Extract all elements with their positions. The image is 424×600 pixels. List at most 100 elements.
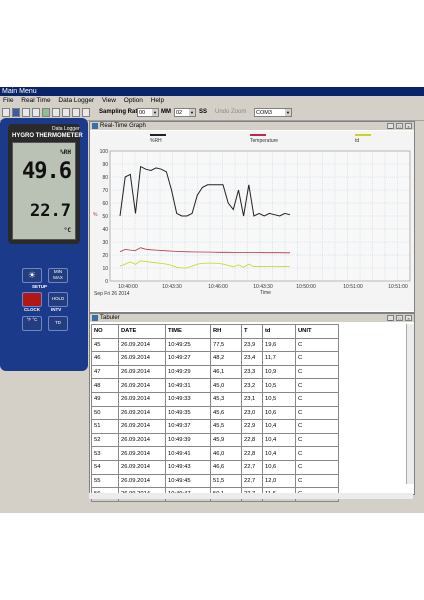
table-cell: 10:49:33	[165, 391, 211, 407]
table-row[interactable]: 52 26.09.2014 10:49:39 45,9 22,8 10,4 C	[91, 432, 339, 448]
column-header[interactable]: NO	[91, 324, 119, 339]
table-cell: 10,4	[262, 432, 296, 448]
table-cell: 51	[91, 419, 119, 434]
print-icon[interactable]	[22, 108, 30, 117]
column-header[interactable]: DATE	[118, 324, 166, 339]
table-cell: 10:49:27	[165, 351, 211, 366]
unit-button: °F °C	[22, 316, 42, 331]
settings-icon[interactable]	[62, 108, 70, 117]
table-cell: 26.09.2014	[118, 432, 166, 448]
column-header[interactable]: UNIT	[295, 324, 339, 339]
table-row[interactable]: 51 26.09.2014 10:49:37 45,5 22,9 10,4 C	[91, 419, 339, 434]
table-cell: 10:49:25	[165, 337, 211, 353]
tabular-window: Tabuler _ □ × NO DATE TIME RH Ttd UNIT 45 26.0…	[89, 313, 415, 502]
y-tick-label: 40	[102, 227, 108, 233]
table-cell: 26.09.2014	[118, 391, 166, 407]
table-row[interactable]: 53 26.09.2014 10:49:41 46,0 22,8 10,4 C	[91, 446, 339, 461]
menu-real-time[interactable]: Real Time	[21, 97, 50, 104]
menu-help[interactable]: Help	[151, 97, 164, 104]
dropdown-arrow-icon: ▼	[152, 109, 158, 116]
stop-icon[interactable]	[52, 108, 60, 117]
table-cell: C	[295, 351, 339, 366]
table-row[interactable]: 48 26.09.2014 10:49:31 45,0 23,2 10,5 C	[91, 378, 339, 393]
undo-zoom-button[interactable]: Undo Zoom	[215, 109, 246, 115]
menu-data-logger[interactable]: Data Logger	[58, 97, 94, 104]
table-row[interactable]: 49 26.09.2014 10:49:33 45,3 23,1 10,5 C	[91, 391, 339, 407]
y-tick-label: 70	[102, 188, 108, 194]
delete-icon[interactable]	[32, 108, 40, 117]
maximize-icon[interactable]: □	[396, 315, 403, 321]
table-cell: 26.09.2014	[118, 459, 166, 475]
minimize-icon[interactable]: _	[387, 315, 394, 321]
save-disk-icon[interactable]	[12, 108, 20, 117]
close-icon[interactable]: ×	[405, 123, 412, 129]
device-model: HYGRO THERMOMETER	[12, 133, 83, 139]
table-row[interactable]: 55 26.09.2014 10:49:45 51,5 22,7 12,0 C	[91, 473, 339, 489]
run-icon[interactable]	[42, 108, 50, 117]
device-lcd: %RH 49.6 22.7 °C	[12, 142, 76, 240]
column-header[interactable]: RH	[210, 324, 242, 339]
lcd-temp-unit: °C	[63, 227, 71, 234]
table-cell: 23,3	[241, 364, 263, 380]
table-cell: 22,9	[241, 419, 263, 434]
table-cell: 12,0	[262, 473, 296, 489]
table-cell: 77,5	[210, 337, 242, 353]
table-cell: 46,6	[210, 459, 242, 475]
data-icon[interactable]	[72, 108, 80, 117]
column-header[interactable]: td	[262, 324, 296, 339]
maximize-icon[interactable]: □	[396, 123, 403, 129]
table-cell: 10,4	[262, 419, 296, 434]
graph-icon[interactable]	[82, 108, 90, 117]
open-folder-icon[interactable]	[2, 108, 10, 117]
intv-label: INTV	[51, 307, 62, 312]
table-cell: 10,4	[262, 446, 296, 461]
menu-view[interactable]: View	[102, 97, 116, 104]
close-icon[interactable]: ×	[405, 315, 412, 321]
sampling-rate-label: Sampling Rate	[99, 109, 141, 115]
table-cell: 48,2	[210, 351, 242, 366]
table-row[interactable]: 47 26.09.2014 10:49:29 46,1 23,3 10,9 C	[91, 364, 339, 380]
data-table: NO DATE TIME RH Ttd UNIT 45 26.09.2014 10:49:25…	[91, 324, 339, 502]
port-select[interactable]: COM3 ▼	[254, 108, 292, 117]
vertical-scrollbar[interactable]	[406, 324, 414, 484]
graph-area: %RH Temperature td 0 10 20 30 40 50 60 70 80 90 100 …	[90, 131, 414, 311]
ss-label: SS	[199, 109, 208, 115]
table-cell: 10:49:35	[165, 405, 211, 421]
minmax-button: MIN MAX	[48, 268, 68, 283]
table-row[interactable]: 46 26.09.2014 10:49:27 48,2 23,4 11,7 C	[91, 351, 339, 366]
table-cell: 10:49:37	[165, 419, 211, 434]
y-tick-label: 20	[102, 253, 108, 259]
table-cell: 26.09.2014	[118, 446, 166, 461]
table-cell: 26.09.2014	[118, 419, 166, 434]
table-cell: 46,1	[210, 364, 242, 380]
graph-window: Real-Time Graph _ □ × %RH Temperature td 0…	[89, 121, 415, 313]
rh-temp-chart: %RH Temperature td 0102030405060708090100 …	[93, 134, 411, 297]
table-row[interactable]: 54 26.09.2014 10:49:43 46,6 22,7 10,6 C	[91, 459, 339, 475]
app-title: Main Menu	[0, 87, 424, 96]
table-cell: C	[295, 378, 339, 393]
column-header[interactable]: TIME	[165, 324, 211, 339]
table-row[interactable]: 50 26.09.2014 10:49:35 45,6 23,0 10,6 C	[91, 405, 339, 421]
hh-select[interactable]: 00 ▼	[137, 108, 159, 117]
mm-select[interactable]: 02 ▼	[174, 108, 196, 117]
table-cell: 45	[91, 337, 119, 353]
menu-option[interactable]: Option	[124, 97, 143, 104]
table-cell: 45,6	[210, 405, 242, 421]
minimize-icon[interactable]: _	[387, 123, 394, 129]
table-cell: 53	[91, 446, 119, 461]
menu-file[interactable]: File	[3, 97, 13, 104]
table-cell: 22,8	[241, 446, 263, 461]
hold-button: HOLD	[48, 292, 68, 307]
graph-window-title: Real-Time Graph	[100, 123, 146, 129]
table-cell: 10:49:45	[165, 473, 211, 489]
table-row[interactable]: 45 26.09.2014 10:49:25 77,5 23,9 19,6 C	[91, 337, 339, 353]
y-tick-label: 0	[105, 279, 108, 285]
table-cell: 22,7	[241, 459, 263, 475]
horizontal-scrollbar[interactable]	[89, 493, 413, 499]
table-cell: 26.09.2014	[118, 364, 166, 380]
table-cell: 10,9	[262, 364, 296, 380]
window-icon	[92, 123, 98, 129]
x-tick-label: 10:50:00	[296, 284, 316, 290]
table-cell: 54	[91, 459, 119, 475]
column-header[interactable]: T	[241, 324, 263, 339]
